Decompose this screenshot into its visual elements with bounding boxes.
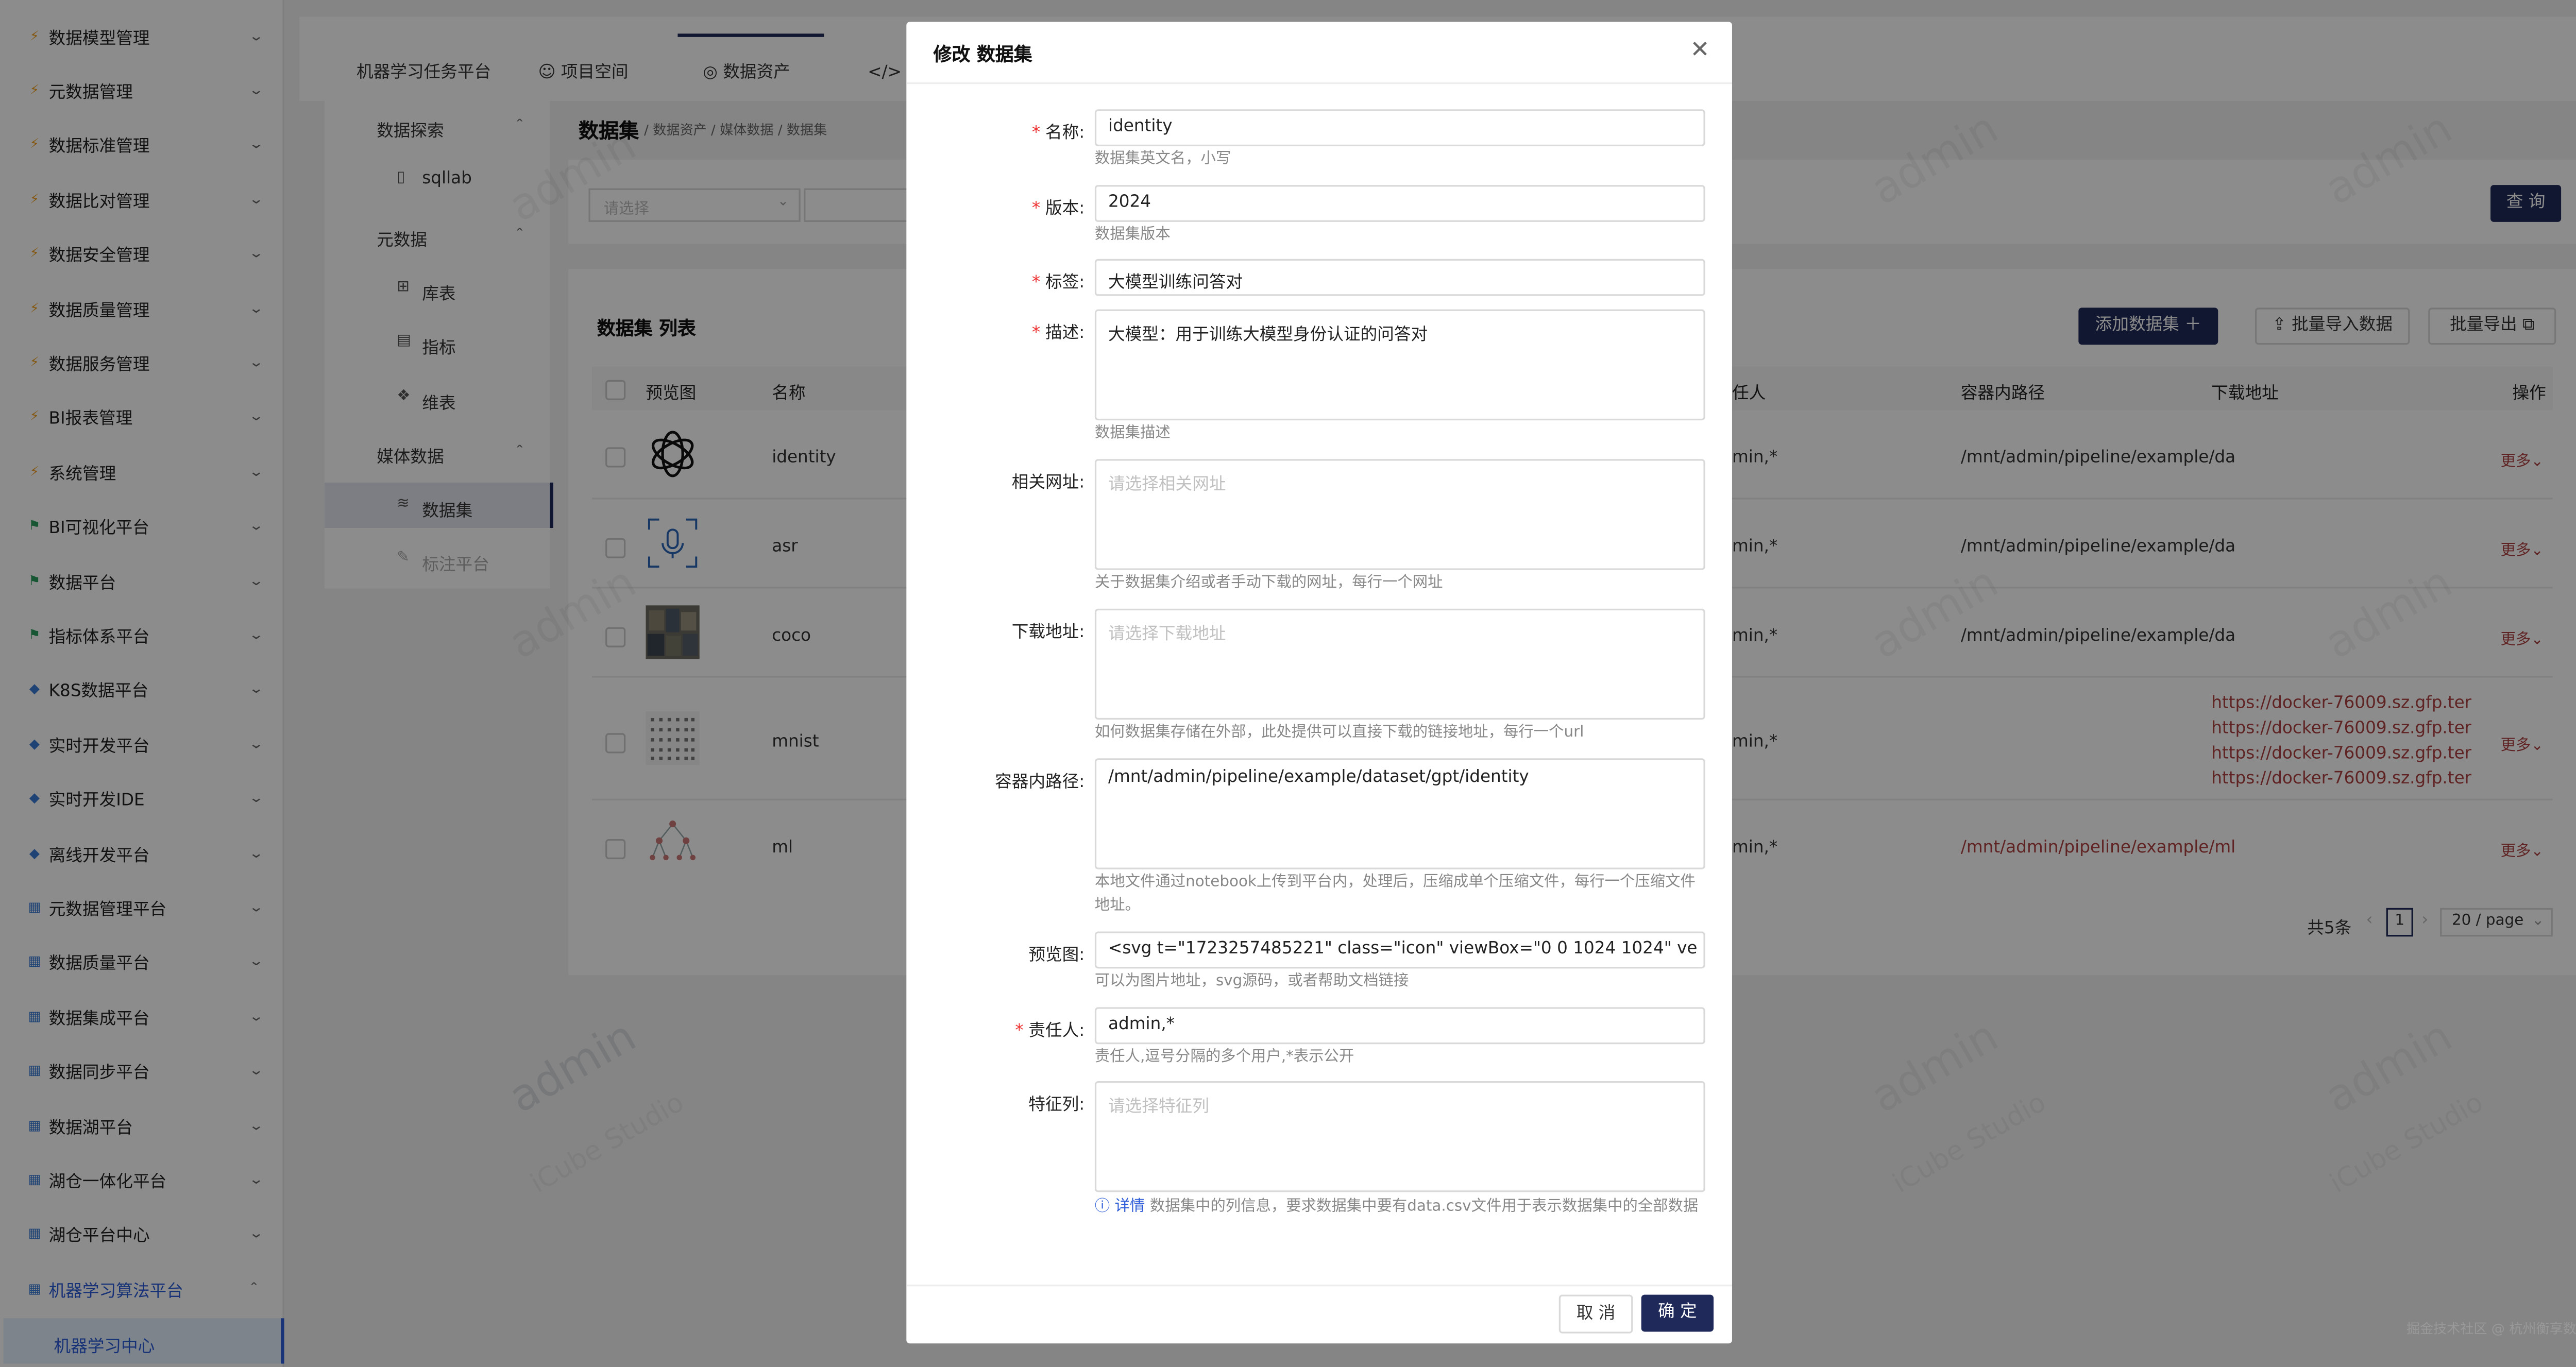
modal-title: 修改 数据集 [933,43,1032,66]
field-label-features: 特征列: [1028,1096,1085,1115]
features-textarea[interactable]: 请选择特征列 [1094,1081,1705,1192]
version-help: 数据集版本 [1094,227,1171,244]
field-label-path: 容器内路径: [995,773,1085,792]
footer-watermark: 掘金技术社区 @ 杭州衡享数据科技 [2406,1321,2576,1337]
cancel-button[interactable]: 取 消 [1558,1294,1633,1334]
download-help: 如何数据集存储在外部，此处提供可以直接下载的链接地址，每行一个url [1094,724,1584,742]
desc-textarea[interactable]: 大模型：用于训练大模型身份认证的问答对 [1094,309,1705,421]
owner-help: 责任人,逗号分隔的多个用户,*表示公开 [1094,1049,1354,1066]
field-label-download: 下载地址: [1011,624,1085,643]
edit-dataset-modal: 修改 数据集 ✕ * 名称: identity 数据集英文名，小写 * 版本: 20… [906,22,1732,1344]
details-link[interactable]: 详情 [1115,1199,1145,1216]
owner-input[interactable]: admin,* [1094,1007,1705,1045]
field-label-desc: * 描述: [1031,324,1085,343]
download-textarea[interactable]: 请选择下载地址 [1094,608,1705,720]
preview-input[interactable]: <svg t="1723257485221" class="icon" view… [1094,931,1705,969]
field-label-preview: 预览图: [1028,946,1085,965]
field-label-version: * 版本: [1031,200,1085,219]
path-textarea[interactable]: /mnt/admin/pipeline/example/dataset/gpt/… [1094,758,1705,869]
divider [906,82,1732,84]
name-help: 数据集英文名，小写 [1094,151,1231,168]
field-label-url: 相关网址: [1011,474,1085,493]
close-icon[interactable]: ✕ [1690,37,1709,64]
preview-help: 可以为图片地址，svg源码，或者帮助文档链接 [1094,973,1409,990]
field-label-tag: * 标签: [1031,274,1085,293]
divider [906,1285,1732,1287]
url-textarea[interactable]: 请选择相关网址 [1094,459,1705,570]
version-input[interactable]: 2024 [1094,185,1705,222]
desc-help: 数据集描述 [1094,425,1171,442]
name-input[interactable]: identity [1094,109,1705,147]
features-help: ⓘ 详情 数据集中的列信息，要求数据集中要有data.csv文件用于表示数据集中… [1094,1199,1699,1216]
confirm-button[interactable]: 确 定 [1641,1294,1714,1332]
help-circle-icon[interactable]: ⓘ [1095,1199,1115,1216]
path-help: 本地文件通过notebook上传到平台内，处理后，压缩成单个压缩文件，每行一个压… [1094,874,1696,915]
field-label-owner: * 责任人: [1015,1022,1085,1041]
url-help: 关于数据集介绍或者手动下载的网址，每行一个网址 [1094,575,1443,592]
field-label-name: * 名称: [1031,124,1085,143]
tag-input[interactable]: 大模型训练问答对 [1094,259,1705,296]
